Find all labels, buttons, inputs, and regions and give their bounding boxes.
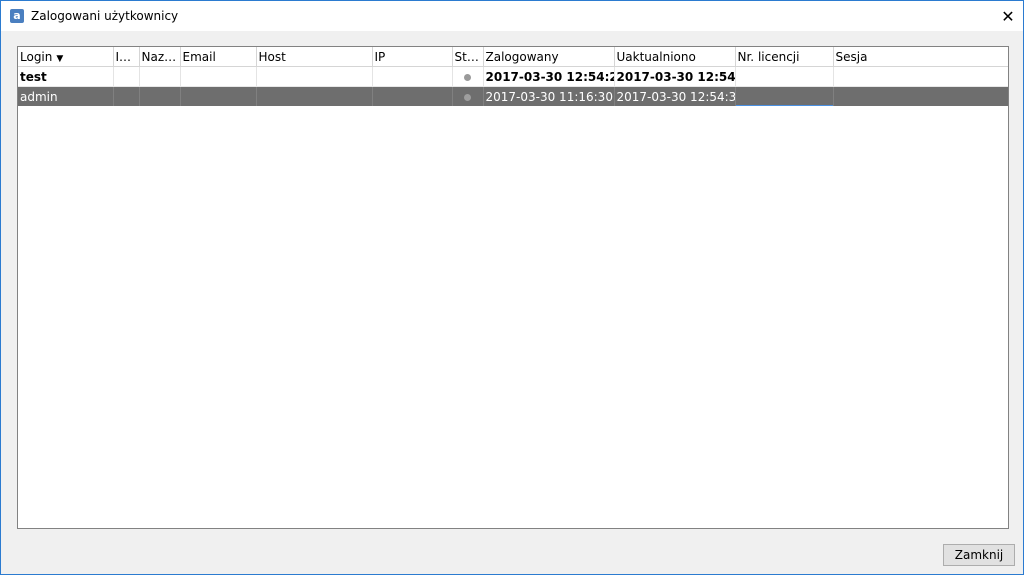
cell-licencja[interactable] [735, 66, 834, 87]
cell-uaktualniono[interactable]: 2017-03-30 12:54:21 [614, 66, 736, 87]
cell-login[interactable]: test [18, 66, 114, 87]
cell-licencja[interactable] [735, 86, 834, 106]
cell-zalogowany[interactable]: 2017-03-30 12:54:21 [483, 66, 615, 87]
column-header-nazwisko[interactable]: Nazw... [139, 47, 181, 67]
cell-status[interactable] [452, 66, 484, 87]
table-row[interactable]: test 2017-03-30 12:54:21 2017-03-30 12:5… [18, 66, 1008, 87]
cell-ip[interactable] [372, 66, 453, 87]
cell-host[interactable] [256, 86, 373, 106]
cell-sesja[interactable] [833, 66, 1008, 87]
users-table[interactable]: Login▼ Imię Nazw... Email Host IP Stat..… [17, 46, 1009, 529]
cell-ip[interactable] [372, 86, 453, 106]
cell-imie[interactable] [113, 86, 140, 106]
status-dot-icon [463, 93, 471, 101]
column-header-licencja[interactable]: Nr. licencji [735, 47, 834, 67]
close-icon: ✕ [1001, 6, 1015, 26]
cell-status[interactable] [452, 86, 484, 106]
table-row-selected[interactable]: admin 2017-03-30 11:16:30 2017-03-30 12:… [18, 86, 1008, 106]
column-header-host[interactable]: Host [256, 47, 373, 67]
sort-descending-icon: ▼ [56, 53, 64, 64]
cell-nazwisko[interactable] [139, 86, 181, 106]
close-button[interactable]: Zamknij [943, 544, 1015, 566]
table-header: Login▼ Imię Nazw... Email Host IP Stat..… [18, 47, 1008, 67]
cell-sesja[interactable] [833, 86, 1008, 106]
cell-uaktualniono[interactable]: 2017-03-30 12:54:30 [614, 86, 736, 106]
cell-zalogowany[interactable]: 2017-03-30 11:16:30 [483, 86, 615, 106]
dialog-window: a Zalogowani użytkownicy ✕ Login ▼ Imię N… [0, 0, 1024, 575]
window-title: Zalogowani użytkownicy [31, 9, 179, 23]
close-window-button[interactable]: ✕ [993, 1, 1023, 31]
cell-email[interactable] [180, 66, 257, 87]
column-header-sesja[interactable]: Sesja [833, 47, 1008, 67]
cell-nazwisko[interactable] [139, 66, 181, 87]
status-dot-icon [463, 73, 471, 81]
column-header-imie[interactable]: Imię [113, 47, 140, 67]
title-bar[interactable]: a Zalogowani użytkownicy ✕ [1, 1, 1023, 31]
column-header-ip[interactable]: IP [372, 47, 453, 67]
column-header-login[interactable]: Login ▼ [18, 47, 114, 67]
column-header-email[interactable]: Email [180, 47, 257, 67]
column-header-status[interactable]: Stat... [452, 47, 484, 67]
cell-email[interactable] [180, 86, 257, 106]
cell-imie[interactable] [113, 66, 140, 87]
column-header-zalogowany[interactable]: Zalogowany [483, 47, 615, 67]
column-header-uaktualniono[interactable]: Uaktualniono [614, 47, 736, 67]
app-logo-icon: a [10, 9, 24, 23]
cell-login[interactable]: admin [18, 86, 114, 106]
cell-host[interactable] [256, 66, 373, 87]
